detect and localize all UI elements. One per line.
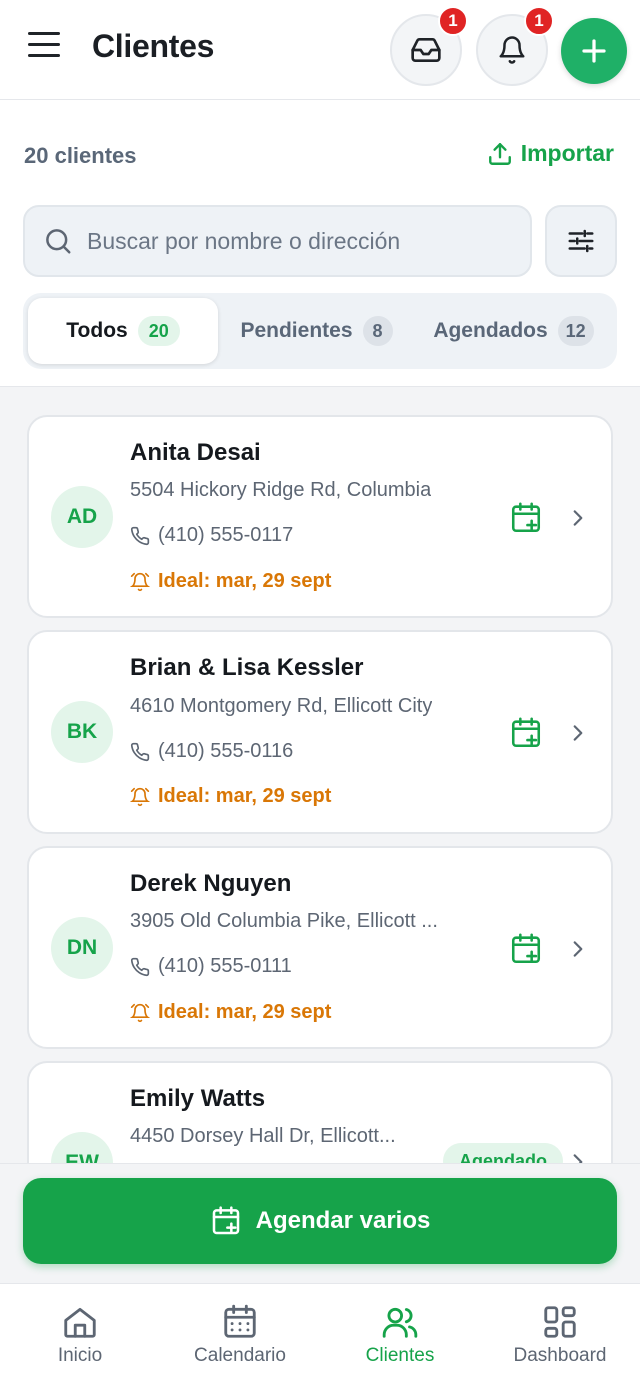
tab-label: Agendados	[433, 319, 548, 342]
client-card[interactable]: DN Derek Nguyen 3905 Old Columbia Pike, …	[27, 846, 613, 1049]
notifications-button[interactable]: 1	[476, 6, 554, 86]
menu-icon[interactable]	[28, 32, 64, 64]
tab-label: Pendientes	[240, 319, 353, 342]
nav-label: Inicio	[57, 1345, 103, 1366]
client-phone[interactable]: (410) 555-0117	[130, 524, 293, 547]
phone-icon	[130, 526, 150, 545]
tab-label: Todos	[66, 319, 128, 342]
client-count: 20 clientes	[24, 143, 137, 168]
ideal-date: Ideal: mar, 29 sept	[130, 1001, 331, 1024]
filter-button[interactable]	[545, 205, 617, 277]
page-title: Clientes	[92, 28, 215, 64]
add-client-button[interactable]	[561, 18, 627, 84]
ideal-date: Ideal: mar, 29 sept	[130, 570, 331, 593]
client-list: AD Anita Desai 5504 Hickory Ridge Rd, Co…	[0, 386, 640, 1166]
home-icon	[64, 1307, 96, 1338]
calendar-plus-icon[interactable]	[509, 932, 543, 966]
action-bar: Agendar varios	[0, 1163, 640, 1283]
avatar: DN	[51, 917, 113, 979]
nav-item-clientes[interactable]: Clientes	[320, 1284, 480, 1385]
schedule-many-button[interactable]: Agendar varios	[23, 1178, 617, 1264]
nav-label: Clientes	[365, 1345, 435, 1366]
search-input[interactable]	[87, 227, 507, 255]
phone-number: (410) 555-0111	[158, 955, 292, 977]
client-card[interactable]: EW Emily Watts 4450 Dorsey Hall Dr, Elli…	[27, 1061, 613, 1166]
client-card[interactable]: AD Anita Desai 5504 Hickory Ridge Rd, Co…	[27, 415, 613, 618]
nav-item-inicio[interactable]: Inicio	[0, 1284, 160, 1385]
avatar: BK	[51, 701, 113, 763]
client-name: Brian & Lisa Kessler	[130, 654, 364, 681]
inbox-icon	[411, 38, 441, 62]
ideal-date: Ideal: mar, 29 sept	[130, 785, 331, 808]
nav-item-calendario[interactable]: Calendario	[160, 1284, 320, 1385]
inbox-badge: 1	[438, 6, 468, 36]
chevron-right-icon[interactable]	[569, 938, 587, 960]
calendar-plus-icon[interactable]	[509, 716, 543, 750]
avatar: EW	[51, 1132, 113, 1166]
inbox-button[interactable]: 1	[390, 6, 468, 86]
phone-icon	[130, 742, 150, 761]
nav-label: Dashboard	[513, 1345, 607, 1366]
client-address: 5504 Hickory Ridge Rd, Columbia	[130, 479, 432, 501]
bell-icon	[499, 36, 525, 64]
calendar-plus-icon[interactable]	[509, 501, 543, 535]
ideal-label: Ideal: mar, 29 sept	[158, 1001, 332, 1023]
tab-count: 8	[362, 316, 393, 346]
upload-icon	[488, 142, 511, 165]
search-box	[23, 205, 532, 277]
calendar-plus-icon	[212, 1206, 239, 1235]
client-phone[interactable]: (410) 555-0111	[130, 955, 292, 978]
client-phone[interactable]: (410) 555-0116	[130, 740, 293, 763]
users-icon	[382, 1307, 418, 1338]
tab-todos[interactable]: Todos 20	[28, 298, 218, 364]
phone-icon	[130, 957, 150, 976]
app-header: Clientes 1 1	[0, 0, 640, 100]
ideal-label: Ideal: mar, 29 sept	[158, 570, 332, 592]
filter-tabs: Todos 20 Pendientes 8 Agendados 12	[23, 293, 617, 369]
alarm-icon	[130, 1003, 150, 1022]
ideal-label: Ideal: mar, 29 sept	[158, 785, 332, 807]
chevron-right-icon[interactable]	[569, 722, 587, 744]
client-name: Anita Desai	[130, 439, 261, 466]
client-address: 4450 Dorsey Hall Dr, Ellicott...	[130, 1125, 396, 1147]
client-name: Emily Watts	[130, 1085, 266, 1112]
import-label: Importar	[520, 140, 614, 166]
alarm-icon	[130, 572, 150, 591]
sliders-icon	[568, 229, 594, 253]
client-name: Derek Nguyen	[130, 870, 292, 897]
tab-count: 20	[137, 316, 180, 346]
client-card[interactable]: BK Brian & Lisa Kessler 4610 Montgomery …	[27, 630, 613, 834]
bottom-nav: Inicio Calendario Clientes Dashboard	[0, 1283, 640, 1385]
nav-label: Calendario	[194, 1345, 286, 1366]
avatar: AD	[51, 486, 113, 548]
chevron-right-icon[interactable]	[569, 507, 587, 529]
phone-number: (410) 555-0117	[158, 524, 294, 546]
search-icon	[46, 229, 71, 254]
calendar-icon	[224, 1304, 256, 1338]
phone-number: (410) 555-0116	[158, 740, 294, 762]
alarm-icon	[130, 787, 150, 806]
notifications-badge: 1	[524, 6, 554, 36]
client-address: 3905 Old Columbia Pike, Ellicott ...	[130, 910, 438, 932]
nav-item-dashboard[interactable]: Dashboard	[480, 1284, 640, 1385]
grid-icon	[544, 1306, 576, 1338]
tab-count: 12	[557, 316, 594, 346]
tab-agendados[interactable]: Agendados 12	[415, 298, 612, 364]
schedule-many-label: Agendar varios	[255, 1207, 431, 1234]
plus-icon	[582, 39, 606, 63]
client-address: 4610 Montgomery Rd, Ellicott City	[130, 695, 433, 717]
import-button[interactable]: Importar	[487, 140, 614, 167]
tab-pendientes[interactable]: Pendientes 8	[218, 298, 415, 364]
